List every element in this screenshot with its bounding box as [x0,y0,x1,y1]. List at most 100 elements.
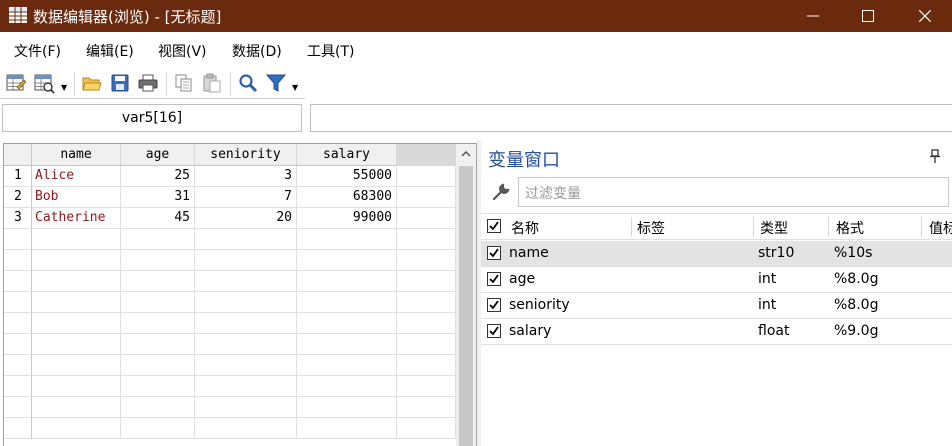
grid-cell-name[interactable]: Alice [32,166,121,187]
grid-cell-empty[interactable] [397,229,456,250]
grid-cell-empty[interactable] [195,397,297,418]
pin-icon[interactable] [929,149,941,163]
scrollbar-thumb[interactable] [459,166,473,446]
grid-cell-empty[interactable] [32,229,121,250]
row-header[interactable] [4,271,32,292]
maximize-button[interactable] [845,0,891,32]
filter-icon[interactable] [265,72,287,94]
grid-cell-empty[interactable] [297,397,397,418]
menu-edit[interactable]: 编辑(E) [86,41,134,61]
variable-filter-input[interactable]: 过滤变量 [518,177,949,207]
grid-cell-empty[interactable] [121,313,195,334]
grid-cell-age[interactable]: 25 [121,166,195,187]
menu-view[interactable]: 视图(V) [158,41,207,61]
variable-checkbox[interactable] [487,272,501,286]
grid-cell-empty[interactable] [121,292,195,313]
variable-row[interactable]: seniority int %8.0g [481,293,952,319]
grid-cell-empty[interactable] [397,334,456,355]
grid-cell-empty[interactable] [195,250,297,271]
grid-cell-empty[interactable] [32,376,121,397]
grid-cell-empty[interactable] [397,250,456,271]
grid-cell-seniority[interactable]: 7 [195,187,297,208]
row-header[interactable] [4,376,32,397]
grid-cell-empty[interactable] [397,292,456,313]
close-button[interactable] [902,0,948,32]
grid-cell-empty[interactable] [121,250,195,271]
select-all-checkbox[interactable] [487,219,501,233]
grid-cell-empty[interactable] [297,376,397,397]
grid-cell-age[interactable]: 31 [121,187,195,208]
grid-cell-empty[interactable] [297,250,397,271]
grid-cell-empty[interactable] [297,418,397,439]
grid-cell-empty[interactable] [397,376,456,397]
grid-cell-age[interactable]: 45 [121,208,195,229]
variable-checkbox[interactable] [487,324,501,338]
grid-cell-empty[interactable] [297,355,397,376]
wrench-icon[interactable] [491,182,511,202]
grid-cell-empty[interactable] [195,292,297,313]
row-header[interactable] [4,397,32,418]
grid-cell-name[interactable]: Catherine [32,208,121,229]
paste-icon[interactable] [201,72,223,94]
row-header[interactable]: 2 [4,187,32,208]
header-separator[interactable] [828,217,829,237]
row-header[interactable] [4,334,32,355]
grid-cell-empty[interactable] [32,271,121,292]
grid-cell-empty[interactable] [297,229,397,250]
grid-cell-empty[interactable] [195,334,297,355]
grid-cell-empty[interactable] [121,397,195,418]
grid-cell-salary[interactable]: 99000 [297,208,397,229]
variable-checkbox[interactable] [487,298,501,312]
grid-cell-empty[interactable] [32,418,121,439]
grid-cell-empty[interactable] [121,334,195,355]
grid-cell-empty[interactable] [397,418,456,439]
grid-cell-empty[interactable] [397,187,456,208]
grid-cell-empty[interactable] [32,313,121,334]
row-header[interactable] [4,418,32,439]
grid-cell-empty[interactable] [397,271,456,292]
row-header[interactable]: 1 [4,166,32,187]
grid-cell-empty[interactable] [195,355,297,376]
grid-cell-seniority[interactable]: 3 [195,166,297,187]
grid-cell-empty[interactable] [297,334,397,355]
menu-file[interactable]: 文件(F) [14,41,61,61]
grid-cell-empty[interactable] [195,376,297,397]
column-header-seniority[interactable]: seniority [195,144,297,166]
grid-cell-empty[interactable] [297,313,397,334]
grid-cell-empty[interactable] [195,418,297,439]
grid-cell-empty[interactable] [32,250,121,271]
edit-mode-icon[interactable] [5,72,27,94]
header-value-label[interactable]: 值标 [929,218,952,238]
grid-cell-empty[interactable] [32,397,121,418]
grid-corner[interactable] [4,144,32,166]
grid-cell-empty[interactable] [195,271,297,292]
filter-dropdown-caret[interactable]: ▼ [292,83,298,92]
grid-cell-name[interactable]: Bob [32,187,121,208]
grid-cell-empty[interactable] [397,166,456,187]
menu-data[interactable]: 数据(D) [232,41,282,61]
cell-value-field[interactable] [310,104,952,132]
row-header[interactable]: 3 [4,208,32,229]
grid-cell-empty[interactable] [195,229,297,250]
grid-cell-empty[interactable] [397,313,456,334]
header-separator[interactable] [631,217,632,237]
grid-cell-empty[interactable] [121,418,195,439]
grid-cell-empty[interactable] [121,271,195,292]
variable-row[interactable]: salary float %9.0g [481,319,952,345]
variable-row[interactable]: name str10 %10s [481,241,952,267]
scroll-up-arrow-icon[interactable] [461,149,471,159]
grid-cell-empty[interactable] [32,292,121,313]
grid-cell-empty[interactable] [32,334,121,355]
row-header[interactable] [4,313,32,334]
column-header-name[interactable]: name [32,144,121,166]
variable-row[interactable]: age int %8.0g [481,267,952,293]
grid-cell-empty[interactable] [397,208,456,229]
column-header-salary[interactable]: salary [297,144,397,166]
row-header[interactable] [4,292,32,313]
variable-checkbox[interactable] [487,246,501,260]
header-label[interactable]: 标签 [637,218,665,238]
header-type[interactable]: 类型 [760,218,788,238]
column-header-age[interactable]: age [121,144,195,166]
grid-cell-seniority[interactable]: 20 [195,208,297,229]
grid-cell-empty[interactable] [121,376,195,397]
